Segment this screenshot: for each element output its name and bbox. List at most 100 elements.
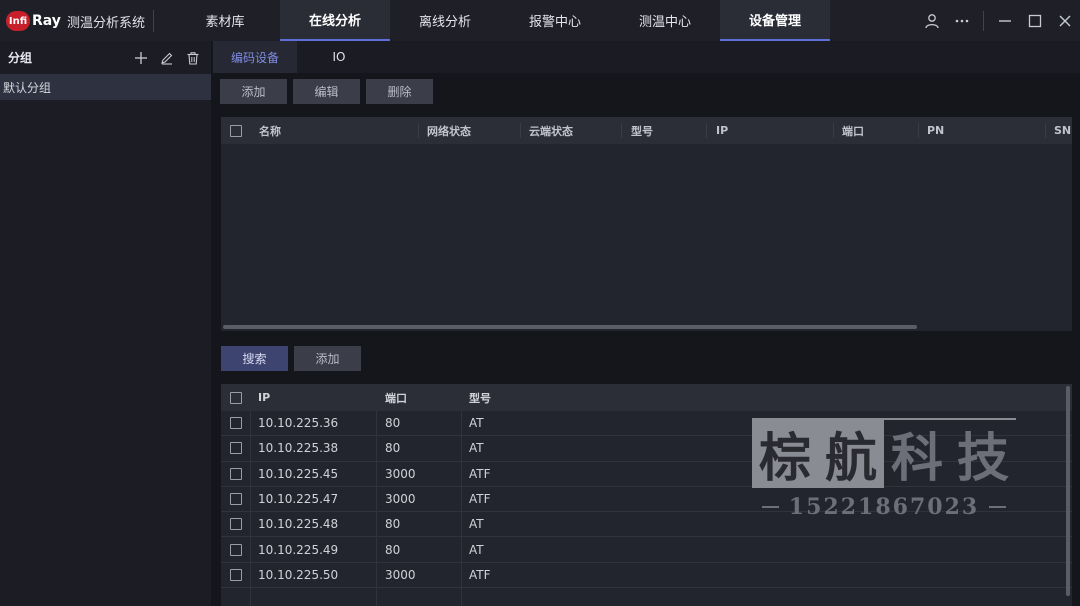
add-found-device-button[interactable]: 添加 xyxy=(294,346,361,371)
search-result-table: IP 端口 型号 10.10.225.36 80 AT 10.10.225.38 80 A… xyxy=(221,384,1072,606)
row-checkbox[interactable] xyxy=(230,512,242,536)
column-ip[interactable]: IP xyxy=(716,117,728,144)
column-network-status[interactable]: 网络状态 xyxy=(427,117,471,144)
table-row[interactable]: 10.10.225.38 80 AT xyxy=(221,436,1072,462)
column-divider xyxy=(418,123,419,138)
cell-model: AT xyxy=(469,441,484,456)
row-checkbox[interactable] xyxy=(230,537,242,561)
subtab-encoder-devices[interactable]: 编码设备 xyxy=(213,41,297,73)
cell-ip: 10.10.225.49 xyxy=(258,542,339,557)
vertical-scrollbar[interactable] xyxy=(1066,386,1070,596)
cell-port: 80 xyxy=(385,416,401,431)
column-name[interactable]: 名称 xyxy=(259,117,281,144)
search-button[interactable]: 搜索 xyxy=(221,346,288,371)
tab-device-management[interactable]: 设备管理 xyxy=(720,0,830,41)
cell-model: AT xyxy=(469,542,484,557)
subtabs: 编码设备 IO xyxy=(213,41,1080,73)
row-checkbox[interactable] xyxy=(230,411,242,435)
device-toolbar: 添加 编辑 删除 xyxy=(220,79,433,104)
column-divider xyxy=(706,123,707,138)
window-controls xyxy=(917,0,1080,41)
column-divider xyxy=(520,123,521,138)
main-tabs: 素材库 在线分析 离线分析 报警中心 测温中心 设备管理 xyxy=(170,0,830,41)
app-name: 测温分析系统 xyxy=(66,15,145,31)
cell-port: 80 xyxy=(385,441,401,456)
edit-button[interactable]: 编辑 xyxy=(293,79,360,104)
cell-port: 80 xyxy=(385,542,401,557)
device-table: 名称 网络状态 云端状态 型号 IP 端口 PN SN xyxy=(221,117,1072,331)
subtab-io[interactable]: IO xyxy=(297,41,381,73)
search-toolbar: 搜索 添加 xyxy=(221,346,361,371)
tab-offline-analysis[interactable]: 离线分析 xyxy=(390,0,500,41)
column-model[interactable]: 型号 xyxy=(469,384,491,411)
tab-material-library[interactable]: 素材库 xyxy=(170,0,280,41)
cell-model: AT xyxy=(469,416,484,431)
maximize-icon[interactable] xyxy=(1020,6,1050,36)
column-port[interactable]: 端口 xyxy=(385,384,407,411)
group-item-default[interactable]: 默认分组 xyxy=(0,74,211,100)
delete-button[interactable]: 删除 xyxy=(366,79,433,104)
result-table-header: IP 端口 型号 xyxy=(221,384,1072,411)
minimize-icon[interactable] xyxy=(990,6,1020,36)
table-row[interactable]: 10.10.225.47 3000 ATF xyxy=(221,487,1072,513)
table-row[interactable]: 10.10.225.49 80 AT xyxy=(221,537,1072,563)
column-pn[interactable]: PN xyxy=(927,117,944,144)
title-divider xyxy=(153,10,154,32)
cell-model: ATF xyxy=(469,492,491,507)
controls-divider xyxy=(983,10,984,31)
device-management-panel: 编码设备 IO 添加 编辑 删除 名称 网络状态 云端状态 型号 IP 端口 P… xyxy=(213,41,1080,606)
select-all-checkbox[interactable] xyxy=(230,117,242,144)
tab-online-analysis[interactable]: 在线分析 xyxy=(280,0,390,41)
cell-port: 3000 xyxy=(385,492,416,507)
sidebar-header: 分组 xyxy=(0,41,211,74)
table-row[interactable]: 10.10.225.48 80 AT xyxy=(221,512,1072,538)
row-checkbox[interactable] xyxy=(230,436,242,460)
column-model[interactable]: 型号 xyxy=(631,117,653,144)
cell-port: 3000 xyxy=(385,466,416,481)
column-divider xyxy=(621,123,622,138)
user-icon[interactable] xyxy=(917,6,947,36)
logo-text: Ray xyxy=(32,13,61,29)
app-logo: Infi Ray 测温分析系统 xyxy=(6,10,145,32)
group-sidebar: 分组 默认分组 xyxy=(0,41,211,606)
device-table-header: 名称 网络状态 云端状态 型号 IP 端口 PN SN xyxy=(221,117,1072,144)
sidebar-actions xyxy=(131,48,203,68)
select-all-results-checkbox[interactable] xyxy=(230,384,242,411)
table-row[interactable]: 10.10.225.45 3000 ATF xyxy=(221,462,1072,487)
edit-icon[interactable] xyxy=(157,48,177,68)
cell-ip: 10.10.225.38 xyxy=(258,441,339,456)
row-checkbox[interactable] xyxy=(230,462,242,486)
table-row[interactable]: 10.10.225.50 3000 ATF xyxy=(221,563,1072,589)
horizontal-scrollbar[interactable] xyxy=(223,325,917,329)
column-divider xyxy=(833,123,834,138)
cell-ip: 10.10.225.47 xyxy=(258,492,339,507)
row-checkbox[interactable] xyxy=(230,487,242,511)
sidebar-title: 分组 xyxy=(8,51,33,65)
cell-ip: 10.10.225.50 xyxy=(258,567,339,582)
column-port[interactable]: 端口 xyxy=(842,117,864,144)
column-divider xyxy=(1045,123,1046,138)
column-divider xyxy=(461,411,462,606)
cell-model: AT xyxy=(469,517,484,532)
column-divider xyxy=(918,123,919,138)
tab-alarm-center[interactable]: 报警中心 xyxy=(500,0,610,41)
trash-icon[interactable] xyxy=(183,48,203,68)
more-icon[interactable] xyxy=(947,6,977,36)
column-ip[interactable]: IP xyxy=(258,384,270,411)
cell-port: 80 xyxy=(385,517,401,532)
table-row[interactable]: 10.10.225.36 80 AT xyxy=(221,411,1072,437)
cell-ip: 10.10.225.45 xyxy=(258,466,339,481)
cell-ip: 10.10.225.48 xyxy=(258,517,339,532)
cell-port: 3000 xyxy=(385,567,416,582)
cell-model: ATF xyxy=(469,567,491,582)
close-icon[interactable] xyxy=(1050,6,1080,36)
add-button[interactable]: 添加 xyxy=(220,79,287,104)
add-icon[interactable] xyxy=(131,48,151,68)
tab-temperature-center[interactable]: 测温中心 xyxy=(610,0,720,41)
column-cloud-status[interactable]: 云端状态 xyxy=(529,117,573,144)
title-bar: Infi Ray 测温分析系统 素材库 在线分析 离线分析 报警中心 测温中心 … xyxy=(0,0,1080,41)
logo-mark: Infi xyxy=(6,11,30,31)
result-rows: 10.10.225.36 80 AT 10.10.225.38 80 AT 10.10.22… xyxy=(221,411,1072,589)
column-sn[interactable]: SN xyxy=(1054,117,1071,144)
row-checkbox[interactable] xyxy=(230,563,242,587)
